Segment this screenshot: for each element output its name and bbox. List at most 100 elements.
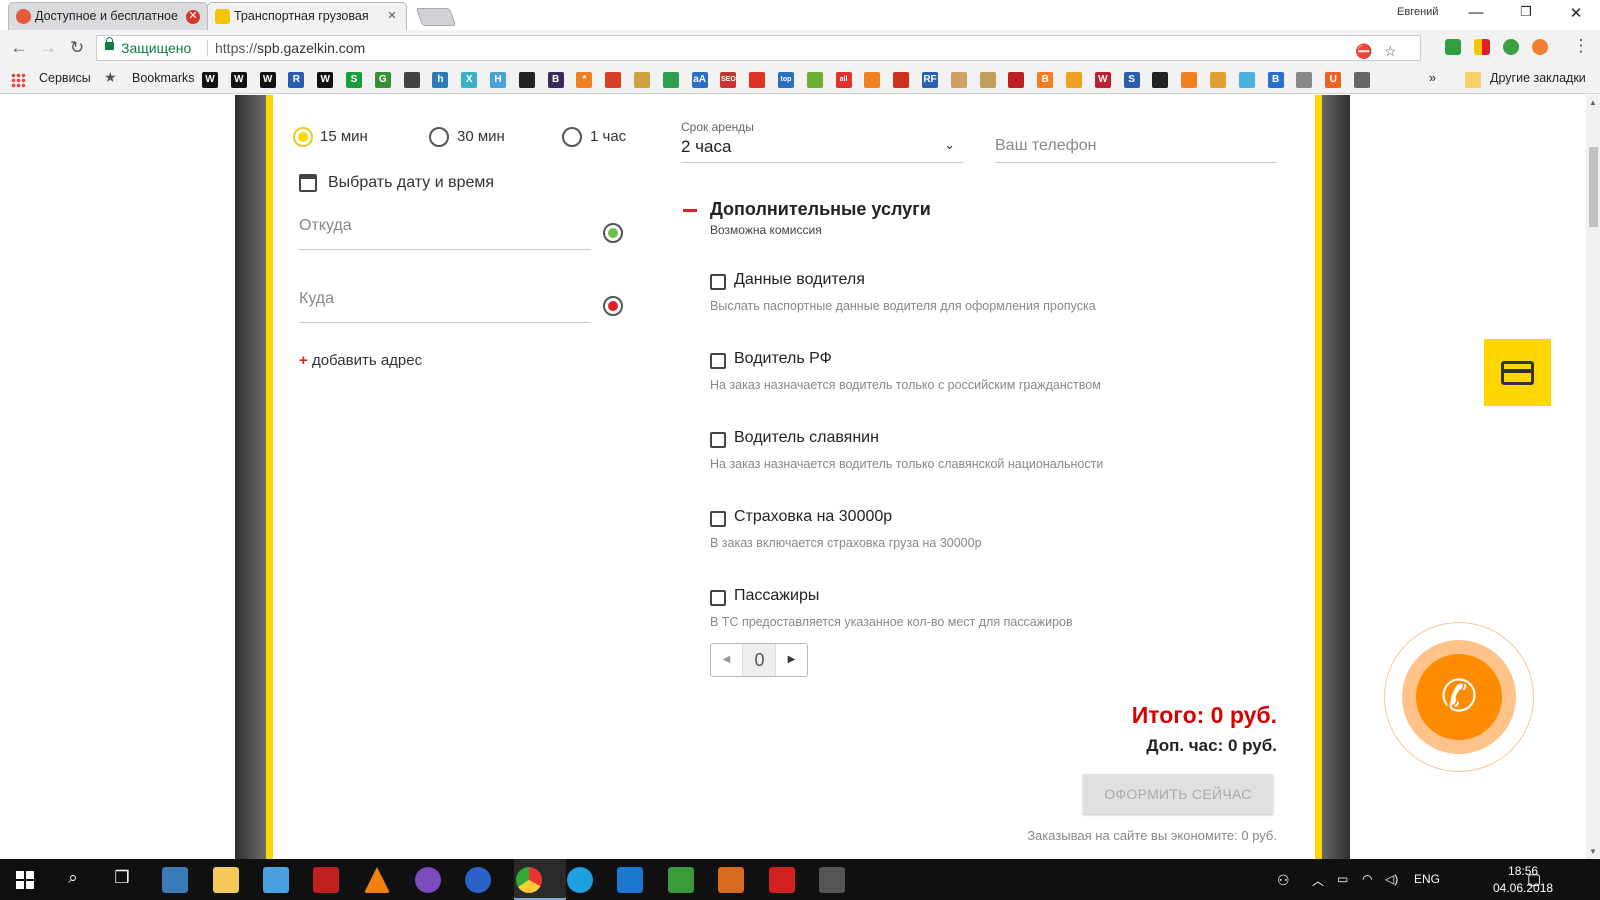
checkbox[interactable]	[710, 353, 726, 369]
order-now-button[interactable]: ОФОРМИТЬ СЕЙЧАС	[1083, 774, 1273, 814]
phone-field[interactable]	[995, 137, 1277, 163]
locate-destination-icon[interactable]	[603, 296, 623, 316]
bookmark-33-icon[interactable]	[1152, 72, 1169, 88]
bookmark-5-icon[interactable]: S	[346, 72, 362, 88]
phone-input[interactable]	[995, 137, 1277, 155]
this-pc-icon[interactable]	[162, 867, 188, 893]
payment-card-button[interactable]	[1484, 339, 1551, 406]
new-tab-button[interactable]	[415, 8, 457, 26]
bookmark-star-icon[interactable]: ☆	[1384, 39, 1397, 63]
shield-extension-icon[interactable]	[1445, 39, 1461, 55]
bookmark-11-icon[interactable]	[518, 72, 535, 88]
app-t-icon[interactable]	[769, 867, 795, 893]
bookmarks-folder[interactable]: Bookmarks	[132, 71, 195, 85]
bookmark-40-icon[interactable]	[1354, 72, 1370, 88]
camera-icon[interactable]	[819, 867, 845, 893]
clock[interactable]: 18:56 04.06.2018	[1493, 863, 1553, 897]
bookmark-27-icon[interactable]	[979, 72, 996, 88]
tab-2[interactable]: Транспортная грузовая ✕	[207, 2, 407, 30]
reload-icon[interactable]: ↻	[67, 38, 87, 58]
language-indicator[interactable]: ENG	[1414, 872, 1440, 886]
address-bar[interactable]: Защищено https://spb.gazelkin.com ⛔ ☆	[96, 35, 1421, 61]
bookmark-28-icon[interactable]	[1008, 72, 1025, 88]
bookmark-7-icon[interactable]	[403, 72, 420, 88]
viber-icon[interactable]	[415, 867, 441, 893]
lease-select[interactable]: 2 часа ⌄	[681, 137, 963, 163]
bookmark-21-icon[interactable]	[806, 72, 823, 88]
bookmark-22-icon[interactable]: all	[835, 72, 852, 88]
app-s-icon[interactable]	[718, 867, 744, 893]
radio-selected-icon[interactable]	[293, 127, 313, 147]
vlc-icon[interactable]	[364, 867, 390, 893]
restore-icon[interactable]: ❐	[1516, 4, 1536, 20]
menu-icon[interactable]: ⋮	[1571, 36, 1591, 56]
basketball-extension-icon[interactable]	[1532, 39, 1548, 55]
bookmark-38-icon[interactable]	[1296, 72, 1313, 88]
battery-icon[interactable]: ▭	[1337, 872, 1348, 886]
window-close-icon[interactable]: ✕	[1566, 4, 1586, 22]
bookmark-1-icon[interactable]: W	[230, 72, 247, 88]
calendar-icon[interactable]	[299, 174, 317, 192]
decrement-icon[interactable]: ◀	[711, 644, 743, 676]
back-icon[interactable]: ←	[9, 38, 29, 58]
scroll-up-icon[interactable]: ▲	[1589, 98, 1597, 107]
bookmark-16-icon[interactable]	[662, 72, 679, 88]
bookmark-4-icon[interactable]: W	[317, 72, 334, 88]
bookmarks-overflow[interactable]: »	[1429, 71, 1436, 85]
checkbox[interactable]	[710, 432, 726, 448]
bookmark-18-icon[interactable]: SEO	[720, 72, 737, 88]
close-icon[interactable]: ✕	[385, 10, 399, 24]
apps-link[interactable]: Сервисы	[39, 71, 91, 85]
from-field[interactable]	[299, 217, 591, 250]
to-input[interactable]	[299, 290, 591, 308]
radio-icon[interactable]	[562, 127, 582, 147]
bookmark-36-icon[interactable]	[1238, 72, 1255, 88]
bookmark-0-icon[interactable]: W	[202, 72, 218, 88]
bookmark-31-icon[interactable]: W	[1094, 72, 1111, 88]
volume-icon[interactable]: ◁)	[1385, 872, 1398, 886]
blocked-content-icon[interactable]: ⛔	[1355, 39, 1372, 63]
bookmark-8-icon[interactable]: h	[432, 72, 449, 88]
bookmark-9-icon[interactable]: X	[461, 72, 478, 88]
notifications-icon[interactable]: ▢	[1527, 870, 1541, 888]
bookmark-29-icon[interactable]: B	[1037, 72, 1054, 88]
forward-icon[interactable]: →	[38, 38, 58, 58]
bookmark-30-icon[interactable]	[1066, 72, 1082, 88]
apps-icon[interactable]	[11, 73, 26, 88]
collapse-icon[interactable]	[683, 209, 697, 212]
bookmark-26-icon[interactable]	[950, 72, 967, 88]
minimize-icon[interactable]: —	[1466, 4, 1486, 21]
bookmark-19-icon[interactable]	[749, 72, 766, 88]
from-input[interactable]	[299, 217, 591, 235]
bookmark-13-icon[interactable]: *	[576, 72, 593, 88]
checkbox[interactable]	[710, 511, 726, 527]
bookmark-10-icon[interactable]: H	[490, 72, 506, 88]
tab-1[interactable]: Доступное и бесплатное ✕	[8, 2, 208, 30]
edge-icon[interactable]	[617, 867, 643, 893]
scroll-down-icon[interactable]: ▼	[1589, 847, 1597, 856]
bookmark-25-icon[interactable]: RF	[922, 72, 938, 88]
checkbox[interactable]	[710, 274, 726, 290]
bookmark-32-icon[interactable]: S	[1123, 72, 1140, 88]
imo-icon[interactable]	[465, 867, 491, 893]
other-bookmarks-folder[interactable]: Другие закладки	[1490, 71, 1586, 85]
bookmark-39-icon[interactable]: U	[1325, 72, 1342, 88]
page-scrollbar[interactable]: ▲ ▼	[1586, 95, 1600, 859]
bookmark-2-icon[interactable]: W	[259, 72, 276, 88]
extension-icon[interactable]	[1503, 39, 1519, 55]
bookmark-24-icon[interactable]	[893, 72, 910, 88]
scrollbar-thumb[interactable]	[1589, 147, 1598, 227]
close-icon[interactable]: ✕	[186, 10, 200, 24]
increment-icon[interactable]: ▶	[775, 644, 807, 676]
people-icon[interactable]: ⚇	[1277, 872, 1290, 889]
tray-chevron-icon[interactable]: ︿	[1312, 872, 1324, 889]
bookmark-14-icon[interactable]	[605, 72, 622, 88]
flag-extension-icon[interactable]	[1474, 39, 1490, 55]
bookmark-23-icon[interactable]	[864, 72, 881, 88]
wifi-icon[interactable]: ◠	[1362, 872, 1372, 886]
extra-services-title[interactable]: Дополнительные услуги	[710, 199, 931, 220]
chrome-icon[interactable]	[516, 867, 542, 893]
bookmark-17-icon[interactable]: aA	[691, 72, 708, 88]
bookmark-20-icon[interactable]: top	[778, 72, 794, 88]
bookmark-3-icon[interactable]: R	[288, 72, 305, 88]
